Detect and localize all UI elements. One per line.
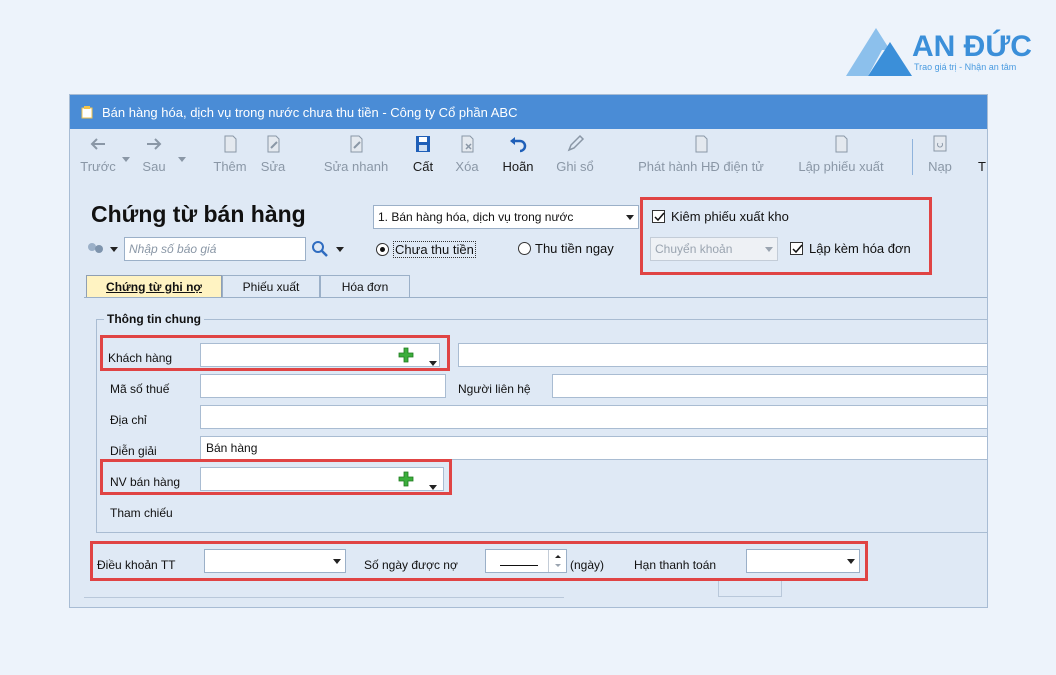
- page-title: Chứng từ bán hàng: [91, 201, 306, 227]
- delete-document-icon: [461, 135, 474, 153]
- sales-voucher-window: Bán hàng hóa, dịch vụ trong nước chưa th…: [69, 94, 988, 608]
- brand-name: AN ĐỨC: [912, 30, 1032, 63]
- tab-debit-voucher[interactable]: Chứng từ ghi nợ: [86, 275, 222, 297]
- reference-label: Tham chiếu: [110, 506, 173, 520]
- chevron-down-icon: [622, 206, 638, 228]
- quote-number-input[interactable]: Nhập số báo giá: [124, 237, 306, 261]
- radio-paid-now[interactable]: Thu tiền ngay: [518, 241, 614, 256]
- brand-logo: AN ĐỨC Trao giá trị - Nhận an tâm: [846, 22, 1036, 80]
- pencil-icon: [567, 134, 585, 152]
- arrow-left-icon: [90, 138, 105, 150]
- e-invoice-button[interactable]: Phát hành HĐ điện tử: [626, 133, 776, 181]
- scroll-handle[interactable]: [718, 581, 782, 597]
- window-titlebar: Bán hàng hóa, dịch vụ trong nước chưa th…: [70, 95, 987, 129]
- highlight-box-payment: [90, 541, 868, 581]
- highlight-box-options: [640, 197, 932, 275]
- brand-tagline: Trao giá trị - Nhận an tâm: [914, 62, 1017, 72]
- post-button[interactable]: Ghi sổ: [550, 133, 600, 181]
- delete-button[interactable]: Xóa: [450, 133, 484, 181]
- quick-edit-button[interactable]: Sửa nhanh: [316, 133, 396, 181]
- quote-search-button[interactable]: [306, 237, 352, 261]
- contact-input[interactable]: [552, 374, 987, 398]
- add-button[interactable]: Thêm: [210, 133, 250, 181]
- customer-name-input[interactable]: [458, 343, 987, 367]
- tax-code-label: Mã số thuế: [110, 382, 170, 396]
- voucher-type-select[interactable]: 1. Bán hàng hóa, dịch vụ trong nước: [373, 205, 639, 229]
- address-label: Địa chỉ: [110, 413, 147, 427]
- more-button[interactable]: T: [976, 133, 987, 181]
- window-title: Bán hàng hóa, dịch vụ trong nước chưa th…: [102, 104, 518, 120]
- refresh-document-icon: [933, 135, 947, 152]
- floppy-disk-icon: [416, 136, 430, 152]
- highlight-box-staff: [100, 459, 452, 495]
- e-invoice-icon: [695, 135, 708, 153]
- contact-label: Người liên hệ: [458, 382, 531, 396]
- tab-divider: [84, 297, 987, 298]
- radio-unpaid[interactable]: Chưa thu tiền: [376, 241, 476, 258]
- document-icon: [81, 106, 93, 119]
- toolbar: Trước Sau Thêm Sửa Sửa nhanh Cất Xóa Hoã…: [70, 129, 987, 183]
- chevron-down-icon: [336, 246, 344, 252]
- brand-mountain-icon: [846, 28, 912, 76]
- add-document-icon: [224, 135, 237, 153]
- highlight-box-customer: [100, 335, 450, 371]
- chevron-down-icon: [110, 246, 118, 252]
- load-button[interactable]: Nạp: [922, 133, 958, 181]
- edit-button[interactable]: Sửa: [256, 133, 290, 181]
- description-label: Diễn giải: [110, 444, 157, 458]
- radio-dot: [376, 243, 389, 256]
- general-info-title: Thông tin chung: [104, 312, 204, 326]
- radio-dot: [518, 242, 531, 255]
- search-icon: [312, 241, 328, 257]
- arrow-right-icon: [147, 138, 162, 150]
- quote-type-dropdown[interactable]: [82, 237, 120, 261]
- edit-document-icon: [267, 135, 280, 153]
- description-input[interactable]: Bán hàng: [200, 436, 987, 460]
- quick-edit-icon: [350, 135, 363, 153]
- tab-invoice[interactable]: Hóa đơn: [320, 275, 410, 297]
- prev-button[interactable]: Trước: [80, 133, 116, 181]
- voucher-content: Chứng từ bán hàng 1. Bán hàng hóa, dịch …: [70, 183, 987, 607]
- tab-export-slip[interactable]: Phiếu xuất: [222, 275, 320, 297]
- export-slip-button[interactable]: Lập phiếu xuất: [786, 133, 896, 181]
- tax-code-input[interactable]: [200, 374, 446, 398]
- address-input[interactable]: [200, 405, 987, 429]
- undo-button[interactable]: Hoãn: [498, 133, 538, 181]
- next-button[interactable]: Sau: [136, 133, 172, 181]
- bottom-divider: [84, 597, 564, 598]
- link-users-icon: [88, 243, 103, 253]
- save-button[interactable]: Cất: [408, 133, 438, 181]
- undo-icon: [510, 137, 527, 153]
- export-slip-icon: [835, 135, 848, 153]
- toolbar-separator: [912, 139, 913, 175]
